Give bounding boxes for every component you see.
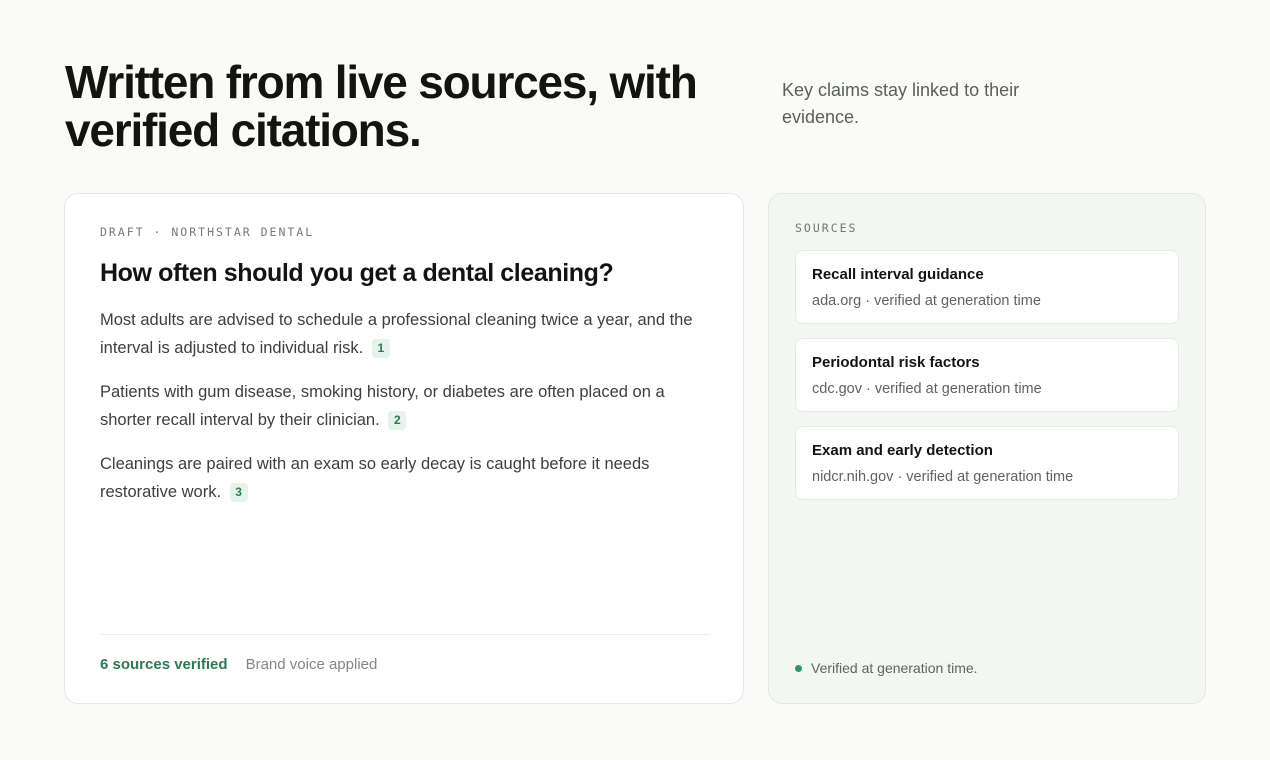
source-meta: ada.org · verified at generation time bbox=[812, 293, 1041, 309]
source-title: Periodontal risk factors bbox=[812, 354, 980, 371]
article-paragraph: Most adults are advised to schedule a pr… bbox=[100, 306, 710, 362]
paragraph-text: Most adults are advised to schedule a pr… bbox=[100, 311, 693, 357]
page: Written from live sources, with verified… bbox=[0, 0, 1270, 760]
draft-eyebrow: DRAFT · NORTHSTAR DENTAL bbox=[100, 225, 315, 239]
article-body: Most adults are advised to schedule a pr… bbox=[100, 306, 710, 522]
sources-panel: SOURCES Recall interval guidance ada.org… bbox=[768, 193, 1206, 704]
draft-card: DRAFT · NORTHSTAR DENTAL How often shoul… bbox=[64, 193, 744, 704]
verification-status-text: Verified at generation time. bbox=[811, 660, 978, 676]
status-dot-icon bbox=[795, 664, 802, 672]
citation-badge[interactable]: 1 bbox=[371, 339, 390, 358]
sources-label: SOURCES bbox=[795, 221, 858, 235]
source-card-early-detection[interactable]: Exam and early detection nidcr.nih.gov ·… bbox=[795, 426, 1179, 500]
paragraph-text: Patients with gum disease, smoking histo… bbox=[100, 383, 665, 429]
sources-verified-count: 6 sources verified bbox=[100, 656, 228, 673]
article-paragraph: Cleanings are paired with an exam so ear… bbox=[100, 450, 710, 506]
article-paragraph: Patients with gum disease, smoking histo… bbox=[100, 378, 710, 434]
source-title: Exam and early detection bbox=[812, 442, 993, 459]
article-title: How often should you get a dental cleani… bbox=[100, 259, 614, 287]
verification-status: Verified at generation time. bbox=[795, 660, 978, 676]
source-meta: cdc.gov · verified at generation time bbox=[812, 381, 1042, 397]
source-title: Recall interval guidance bbox=[812, 266, 984, 283]
source-meta: nidcr.nih.gov · verified at generation t… bbox=[812, 469, 1074, 485]
citation-badge[interactable]: 3 bbox=[229, 483, 248, 502]
brand-voice-status: Brand voice applied bbox=[245, 656, 378, 673]
source-list: Recall interval guidance ada.org · verif… bbox=[795, 250, 1179, 514]
source-card-periodontal-risk[interactable]: Periodontal risk factors cdc.gov · verif… bbox=[795, 338, 1179, 412]
source-card-recall-interval[interactable]: Recall interval guidance ada.org · verif… bbox=[795, 250, 1179, 324]
page-headline: Written from live sources, with verified… bbox=[65, 56, 698, 156]
citation-badge[interactable]: 2 bbox=[388, 411, 407, 430]
paragraph-text: Cleanings are paired with an exam so ear… bbox=[100, 455, 650, 501]
draft-footer: 6 sources verified Brand voice applied bbox=[100, 634, 710, 673]
page-subtitle: Key claims stay linked to their evidence… bbox=[782, 80, 1020, 127]
